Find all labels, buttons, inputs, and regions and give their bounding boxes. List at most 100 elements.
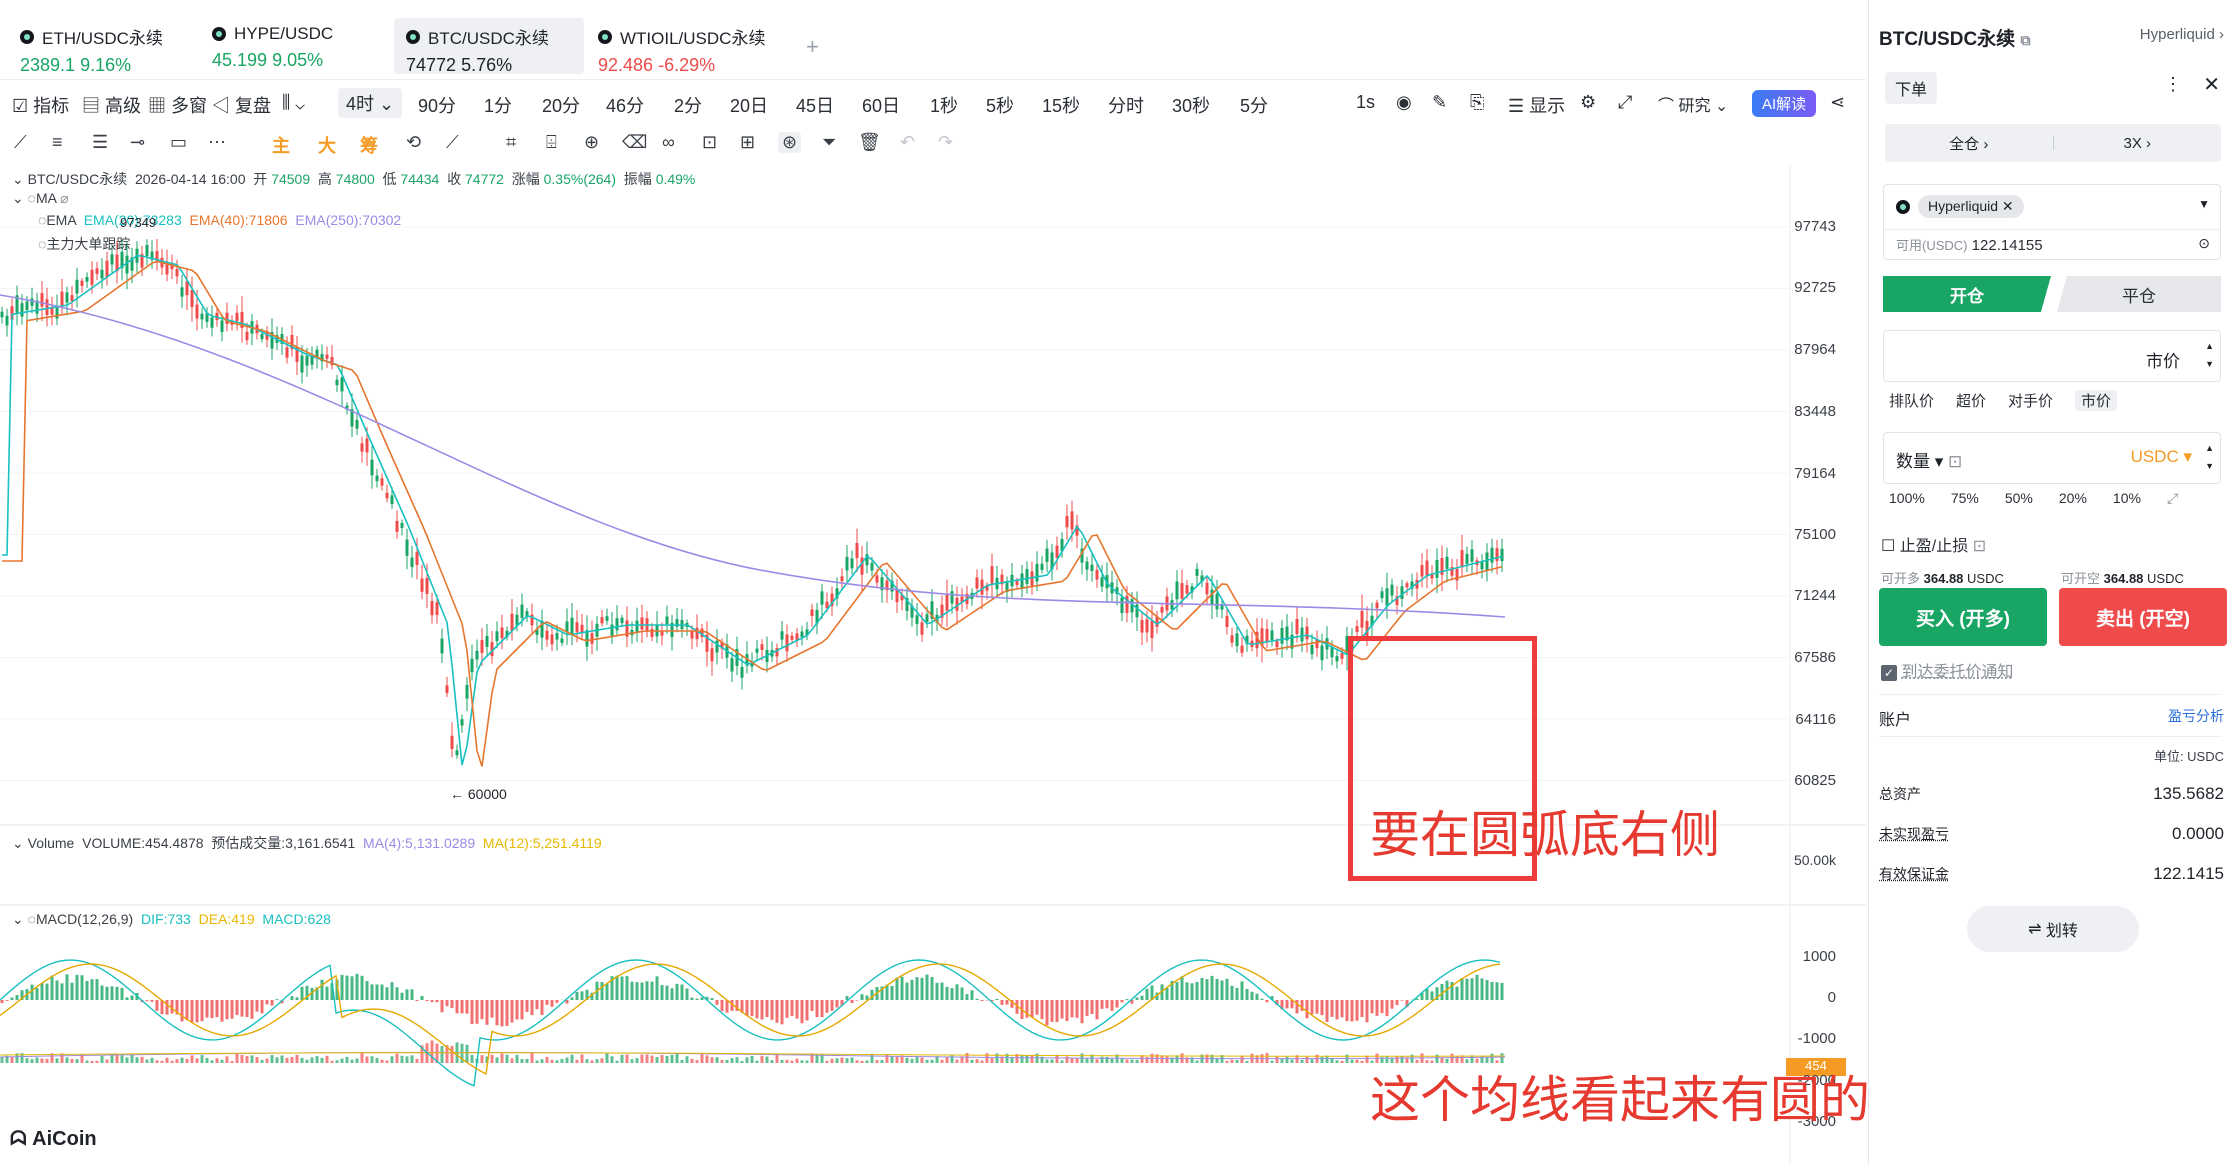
share-icon[interactable]: ⋖	[1830, 92, 1845, 113]
quantity-input[interactable]: 数量 ▾ ⊡ USDC ▾ ▲ ▼	[1883, 432, 2221, 484]
price-type-queue[interactable]: 排队价	[1889, 390, 1934, 411]
price-type-over[interactable]: 超价	[1956, 390, 1986, 411]
interval-button[interactable]: 45日	[796, 92, 834, 118]
price-type-market[interactable]: 市价	[2075, 390, 2118, 411]
interval-button[interactable]: 90分	[418, 92, 456, 118]
interval-button[interactable]: 1秒	[930, 92, 958, 118]
indicators-button[interactable]: ☑ 指标	[12, 92, 69, 118]
interval-4h[interactable]: 4时 ⌄	[338, 88, 403, 118]
more-tools-icon[interactable]: ⋯	[208, 132, 226, 153]
interval-button[interactable]: 5分	[1240, 92, 1268, 118]
leverage-select[interactable]: 3X ›	[2054, 135, 2222, 152]
eraser-icon[interactable]: ⌫	[622, 132, 647, 153]
unit-select[interactable]: USDC ▾	[2131, 447, 2192, 467]
ai-analysis-button[interactable]: AI解读	[1752, 90, 1817, 117]
lock-icon[interactable]: ⊡	[1948, 452, 1962, 471]
amp-label: 振幅	[623, 171, 652, 187]
buy-long-button[interactable]: 买入 (开多)	[1879, 588, 2047, 646]
notify-row[interactable]: ✓ 到达委托价通知	[1881, 658, 2013, 682]
price-input[interactable]: 市价 ▲ ▼	[1883, 330, 2221, 382]
pct-10[interactable]: 10%	[2113, 490, 2141, 507]
main-force-toggle[interactable]: 主	[272, 132, 290, 158]
sell-short-button[interactable]: 卖出 (开空)	[2059, 588, 2227, 646]
research-button[interactable]: ⌒ 研究 ⌄	[1658, 92, 1728, 116]
line-tool-icon[interactable]: ⟋	[14, 132, 27, 153]
camera-icon[interactable]: ◉	[1396, 92, 1412, 113]
more-icon[interactable]: ⋮	[2164, 74, 2182, 95]
pattern-icon[interactable]: ∞	[662, 132, 675, 153]
tab-hype[interactable]: HYPE/USDC 45.199 9.05%	[200, 18, 390, 74]
parallel-tool-icon[interactable]: ≡	[52, 132, 63, 153]
tab-btc[interactable]: BTC/USDC永续 74772 5.76%	[394, 18, 584, 75]
zoom-icon[interactable]: ⊕	[584, 132, 599, 153]
replay-button[interactable]: ◁ 复盘	[212, 92, 271, 118]
image-icon[interactable]: ⊞	[740, 132, 755, 153]
fullscreen-icon[interactable]: ⤢	[1618, 92, 1632, 113]
interval-button[interactable]: 20分	[542, 92, 580, 118]
interval-button[interactable]: 5秒	[986, 92, 1014, 118]
big-order-toggle[interactable]: 大	[318, 132, 336, 158]
pen-icon[interactable]: ✎	[1432, 92, 1447, 113]
chart-canvas[interactable]	[0, 165, 1866, 1165]
pct-100[interactable]: 100%	[1889, 490, 1925, 507]
chart-type-icon[interactable]: ⫼ ⌄	[282, 92, 305, 113]
chart-area[interactable]: ⌄ BTC/USDC永续 2026-04-14 16:00 开 74509 高 …	[0, 165, 1970, 1165]
lock-icon[interactable]: ⊡	[702, 132, 717, 153]
volume-bar	[945, 1056, 949, 1063]
multiwin-button[interactable]: ▦ 多窗	[148, 92, 207, 118]
account-chip[interactable]: Hyperliquid ✕	[1918, 195, 2024, 218]
redo-icon[interactable]: ↷	[938, 132, 953, 153]
undo-icon[interactable]: ↶	[900, 132, 915, 153]
advanced-button[interactable]: ▤ 高级	[82, 92, 141, 118]
interval-button[interactable]: 2分	[674, 92, 702, 118]
chip-toggle[interactable]: 筹	[360, 132, 378, 158]
tpsl-row[interactable]: ☐ 止盈/止损 ⊡	[1881, 532, 1986, 556]
pnl-analysis-link[interactable]: 盈亏分析	[2168, 706, 2224, 726]
tab-eth[interactable]: ETH/USDC永续 2389.1 9.16%	[8, 18, 198, 75]
pct-50[interactable]: 50%	[2005, 490, 2033, 507]
interval-button[interactable]: 分时	[1108, 92, 1144, 118]
stepper-icon[interactable]: ▲ ▼	[2205, 337, 2214, 373]
channel-tool-icon[interactable]: ☰	[92, 132, 108, 153]
close-position-tab[interactable]: 平仓	[2057, 276, 2221, 312]
brush-icon[interactable]: ⟋	[446, 132, 459, 153]
trash-icon[interactable]: 🗑	[858, 132, 881, 153]
ma-legend[interactable]: ⌄ ◌MA ⌀	[12, 190, 69, 207]
pct-20[interactable]: 20%	[2059, 490, 2087, 507]
interval-button[interactable]: 46分	[606, 92, 644, 118]
ruler-icon[interactable]: ⌹	[546, 132, 557, 153]
price-type-counter[interactable]: 对手价	[2008, 390, 2053, 411]
interval-button[interactable]: 30秒	[1172, 92, 1210, 118]
tab-wtioil[interactable]: WTIOIL/USDC永续 92.486 -6.29%	[586, 18, 786, 75]
crop-icon[interactable]: ⌗	[506, 132, 516, 153]
transfer-button[interactable]: ⇌ 划转	[1967, 906, 2139, 952]
interval-button[interactable]: 15秒	[1042, 92, 1080, 118]
magnet-active-icon[interactable]: ⊛	[778, 132, 802, 153]
tpsl-checkbox[interactable]: ☐	[1881, 538, 1895, 555]
interval-button[interactable]: 20日	[730, 92, 768, 118]
expand-icon[interactable]: ⤢	[2167, 490, 2178, 507]
rect-tool-icon[interactable]: ▭	[170, 132, 187, 153]
stepper-icon[interactable]: ▲ ▼	[2205, 439, 2214, 475]
info-icon[interactable]: ⊙	[2198, 235, 2210, 252]
open-position-tab[interactable]: 开仓	[1883, 276, 2051, 312]
pct-75[interactable]: 75%	[1951, 490, 1979, 507]
tick-button[interactable]: 1s	[1356, 92, 1375, 113]
settings-icon[interactable]: ⚙	[1580, 92, 1596, 113]
dropdown-icon[interactable]: ▼	[2198, 197, 2210, 211]
add-tab-button[interactable]: +	[806, 34, 819, 60]
margin-mode-select[interactable]: 全仓 ›	[1885, 133, 2053, 154]
copy-icon[interactable]: ⎘	[1470, 92, 1484, 113]
close-icon[interactable]: ✕	[2203, 72, 2220, 97]
popout-icon[interactable]: ⧉	[2020, 32, 2030, 48]
magnet-icon[interactable]: ⟲	[406, 132, 421, 153]
interval-button[interactable]: 1分	[484, 92, 512, 118]
exchange-selector[interactable]: Hyperliquid ›	[2140, 26, 2224, 43]
tab-order[interactable]: 下单	[1885, 72, 1938, 104]
hline-tool-icon[interactable]: ⊸	[130, 132, 145, 153]
filter-icon[interactable]: ⏷	[822, 132, 836, 153]
eye-off-icon[interactable]: ⌀	[60, 190, 68, 206]
notify-checkbox[interactable]: ✓	[1881, 665, 1897, 681]
interval-button[interactable]: 60日	[862, 92, 900, 118]
display-button[interactable]: ☰ 显示	[1508, 92, 1565, 118]
